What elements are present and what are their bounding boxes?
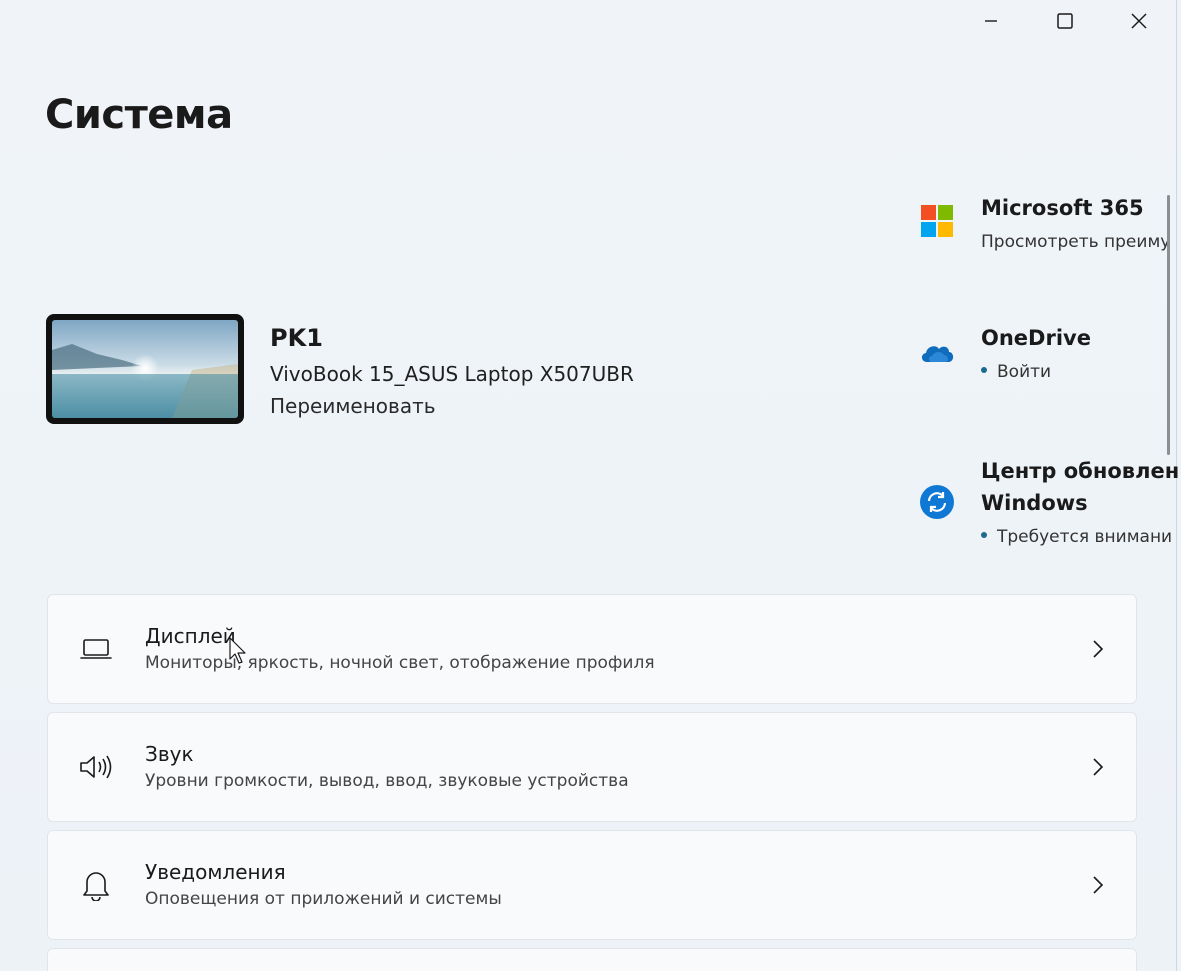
- onedrive-cloud-icon: [921, 346, 954, 362]
- setting-next-partial[interactable]: [47, 948, 1137, 971]
- quick-link-text: Центр обновления Windows Требуется внима…: [981, 455, 1180, 551]
- mouse-cursor-icon: [229, 637, 246, 664]
- quick-link-onedrive[interactable]: OneDrive Войти: [918, 322, 1180, 386]
- setting-title: Дисплей: [145, 624, 236, 648]
- page-title: Система: [45, 92, 233, 138]
- setting-display[interactable]: Дисплей Мониторы, яркость, ночной свет, …: [47, 594, 1137, 704]
- chevron-right-icon: [1093, 758, 1104, 776]
- device-info: PK1 VivoBook 15_ASUS Laptop X507UBR Пере…: [270, 324, 634, 424]
- chevron-right-icon: [1093, 640, 1104, 658]
- update-status: Требуется внимани: [997, 527, 1173, 547]
- setting-text: Звук Уровни громкости, вывод, ввод, звук…: [145, 740, 629, 794]
- quick-link-microsoft365[interactable]: Microsoft 365 Просмотреть преиму: [918, 192, 1180, 256]
- setting-description: Мониторы, яркость, ночной свет, отображе…: [145, 653, 655, 673]
- quick-link-title: Microsoft 365: [981, 196, 1144, 220]
- bell-icon: [78, 867, 114, 903]
- maximize-icon: [1057, 13, 1073, 29]
- quick-link-text: Microsoft 365 Просмотреть преиму: [981, 192, 1170, 256]
- close-button[interactable]: [1102, 0, 1176, 42]
- setting-title: Уведомления: [145, 860, 286, 884]
- status-dot: [981, 532, 987, 538]
- minimize-button[interactable]: [954, 0, 1028, 42]
- quick-link-windows-update[interactable]: Центр обновления Windows Требуется внима…: [918, 455, 1180, 551]
- quick-link-subtitle: Войти: [981, 358, 1091, 386]
- rename-link[interactable]: Переименовать: [270, 394, 634, 418]
- scrollbar[interactable]: [1167, 195, 1170, 455]
- close-icon: [1131, 13, 1147, 29]
- quick-link-title: Центр обновления: [981, 459, 1180, 483]
- quick-link-title-line2: Windows: [981, 491, 1088, 515]
- maximize-button[interactable]: [1028, 0, 1102, 42]
- laptop-display-icon: [78, 631, 114, 667]
- setting-title: Звук: [145, 742, 194, 766]
- device-card: PK1 VivoBook 15_ASUS Laptop X507UBR Пере…: [46, 314, 634, 424]
- chevron-right-icon: [1093, 876, 1104, 894]
- setting-sound[interactable]: Звук Уровни громкости, вывод, ввод, звук…: [47, 712, 1137, 822]
- setting-notifications[interactable]: Уведомления Оповещения от приложений и с…: [47, 830, 1137, 940]
- quick-link-subtitle: Просмотреть преиму: [981, 232, 1171, 252]
- quick-link-text: OneDrive Войти: [981, 322, 1091, 386]
- microsoft-logo-icon: [921, 205, 953, 237]
- device-model: VivoBook 15_ASUS Laptop X507UBR: [270, 362, 634, 386]
- settings-list: Дисплей Мониторы, яркость, ночной свет, …: [47, 594, 1137, 971]
- setting-text: Дисплей Мониторы, яркость, ночной свет, …: [145, 622, 655, 676]
- quick-link-subtitle: Требуется внимани: [981, 523, 1180, 551]
- onedrive-status: Войти: [997, 362, 1052, 382]
- device-name: PK1: [270, 324, 323, 352]
- minimize-icon: [985, 20, 997, 22]
- device-wallpaper-thumbnail[interactable]: [46, 314, 244, 424]
- windows-update-icon: [920, 485, 954, 519]
- setting-description: Оповещения от приложений и системы: [145, 889, 502, 909]
- status-dot: [981, 367, 987, 373]
- quick-link-title: OneDrive: [981, 326, 1091, 350]
- settings-window: Система PK1 VivoBook 15_ASUS Laptop X507…: [0, 0, 1180, 971]
- caption-buttons: [954, 0, 1176, 42]
- setting-description: Уровни громкости, вывод, ввод, звуковые …: [145, 771, 629, 791]
- wallpaper-image: [52, 320, 238, 418]
- setting-text: Уведомления Оповещения от приложений и с…: [145, 858, 502, 912]
- speaker-icon: [78, 749, 114, 785]
